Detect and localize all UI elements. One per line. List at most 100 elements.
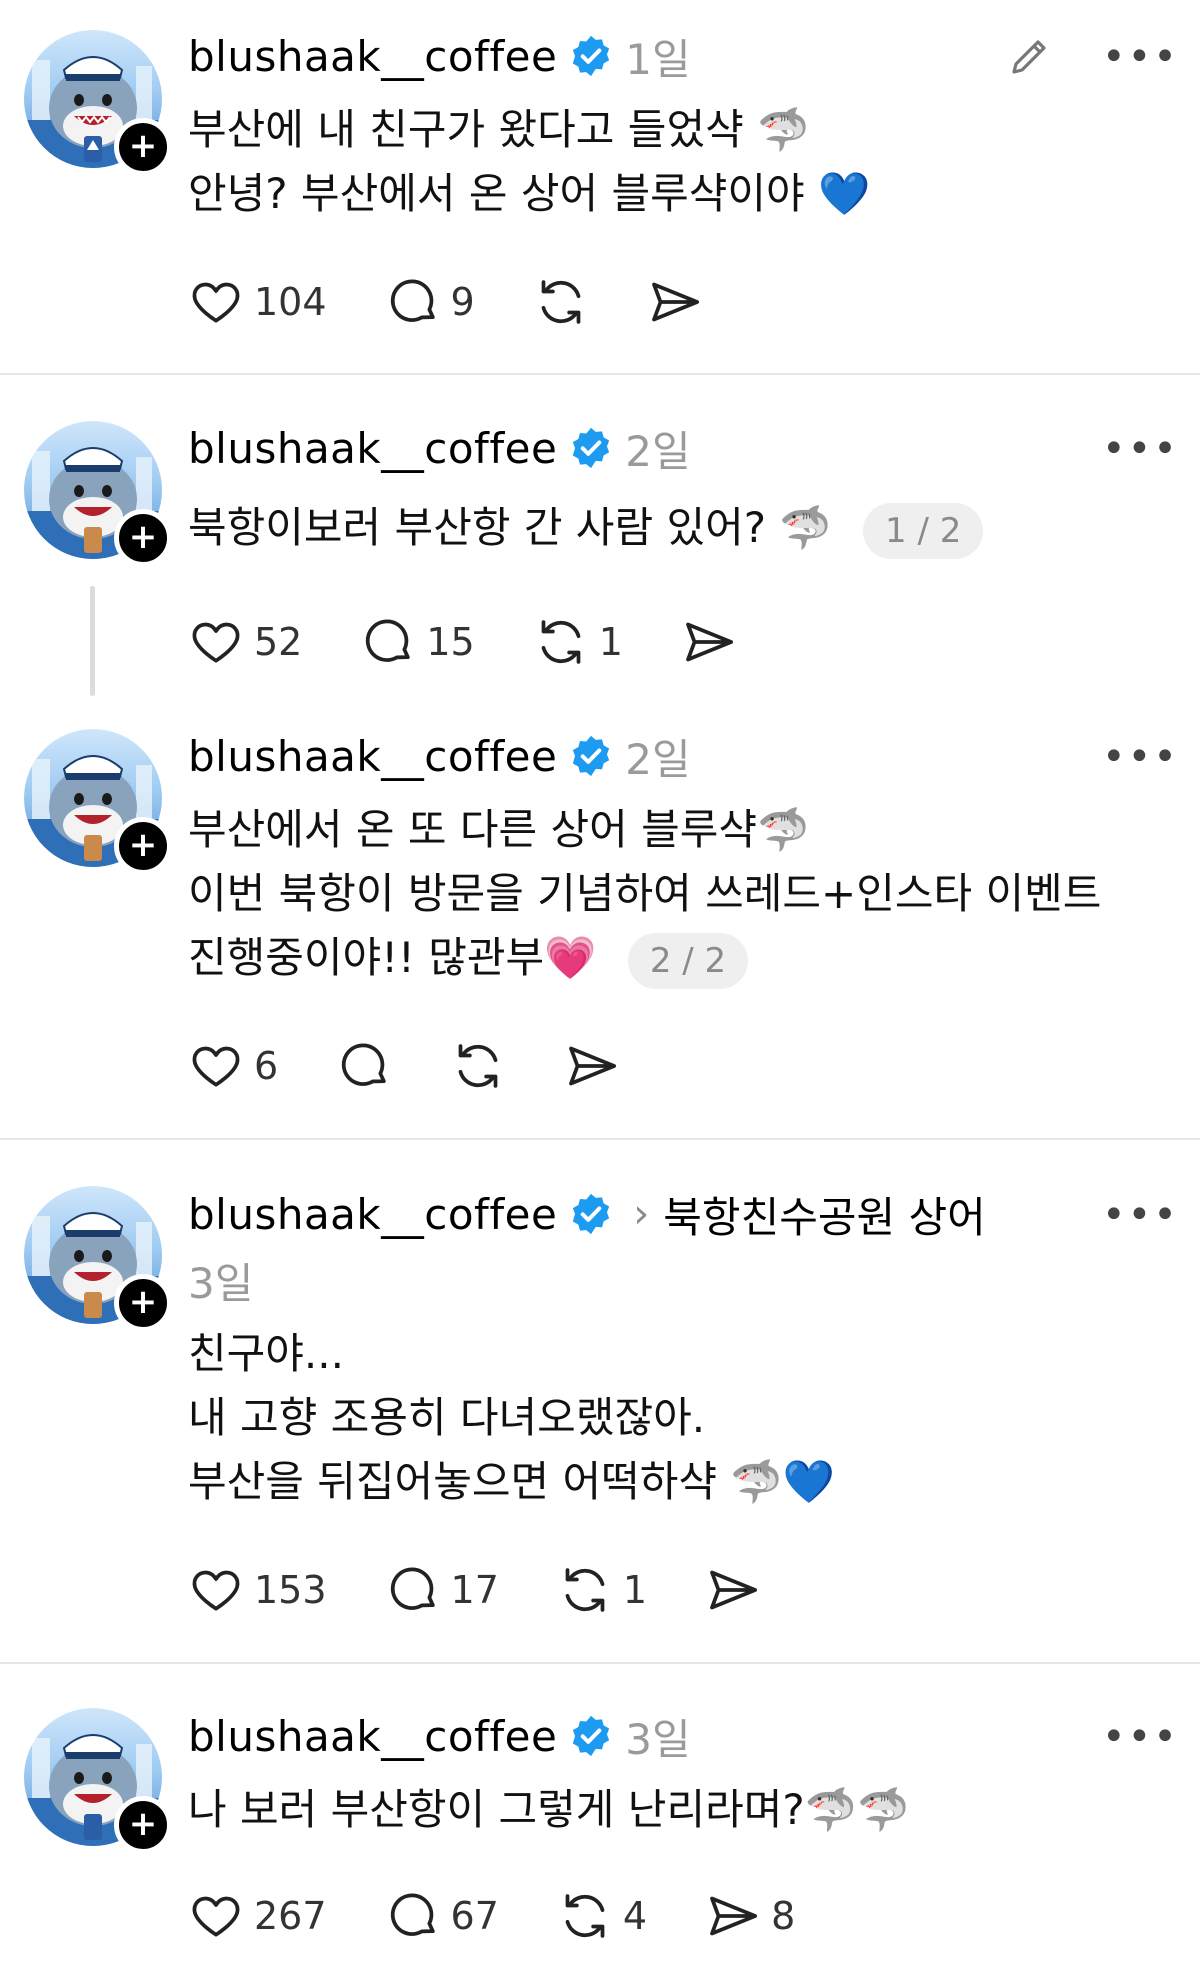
- like-count: 267: [254, 1894, 327, 1938]
- reply-count: 15: [426, 620, 475, 664]
- heart-icon: [192, 282, 240, 323]
- post-header: blushaak__coffee › 북항친수공원 상어: [188, 1184, 986, 1244]
- post-header: blushaak__coffee 1일: [188, 26, 691, 86]
- more-horizontal-icon[interactable]: •••: [1102, 734, 1177, 780]
- more-horizontal-icon[interactable]: •••: [1102, 1714, 1177, 1760]
- username[interactable]: blushaak__coffee: [188, 732, 557, 781]
- like-count: 52: [254, 620, 303, 664]
- verified-badge-icon: [573, 1193, 610, 1235]
- share-button[interactable]: [681, 614, 737, 670]
- like-button[interactable]: 6: [188, 1038, 278, 1094]
- divider: [0, 1662, 1200, 1664]
- repost-button[interactable]: 1: [557, 1562, 647, 1618]
- thread-connector: [90, 586, 95, 696]
- post-actions: 52 15 1: [188, 612, 737, 672]
- post-text-line: 내 고향 조용히 다녀오랬잖아.: [188, 1393, 706, 1442]
- post-time[interactable]: 2일: [625, 726, 690, 787]
- heart-icon: [192, 1896, 240, 1937]
- reply-button[interactable]: 67: [385, 1888, 499, 1944]
- username[interactable]: blushaak__coffee: [188, 1712, 557, 1761]
- repost-count: 1: [622, 1568, 648, 1612]
- post-time[interactable]: 3일: [188, 1250, 253, 1311]
- reply-button[interactable]: 17: [385, 1562, 499, 1618]
- post-time-row: 3일: [188, 1250, 253, 1310]
- share-button[interactable]: [647, 274, 703, 330]
- thread-page-indicator: 1 / 2: [863, 502, 984, 559]
- reply-button[interactable]: [336, 1038, 392, 1094]
- post-time[interactable]: 3일: [625, 1706, 690, 1767]
- post-text-line: 친구야...: [188, 1329, 344, 1378]
- thread-page-indicator: 2 / 2: [627, 932, 749, 989]
- reply-button[interactable]: 9: [385, 274, 475, 330]
- post-text-line: 나 보러 부산항이 그렇게 난리라며?🦈🦈: [188, 1785, 910, 1834]
- send-icon: [569, 1046, 617, 1086]
- follow-plus-icon[interactable]: +: [114, 118, 172, 176]
- more-horizontal-icon[interactable]: •••: [1102, 426, 1177, 472]
- heart-icon: [192, 1046, 240, 1087]
- like-button[interactable]: 52: [188, 614, 302, 670]
- repost-icon: [565, 1568, 605, 1612]
- more-horizontal-icon[interactable]: •••: [1102, 34, 1177, 80]
- post-text-line: 부산에서 온 또 다른 상어 블루샥🦈: [188, 805, 810, 854]
- post-text-line: 북항이보러 부산항 간 사람 있어? 🦈 1 / 2: [188, 496, 984, 560]
- verified-badge-icon: [573, 427, 610, 469]
- post-header: blushaak__coffee 2일: [188, 726, 691, 786]
- heart-icon: [192, 1570, 240, 1611]
- verified-badge-icon: [573, 35, 610, 77]
- comment-icon: [390, 279, 435, 322]
- like-count: 153: [254, 1568, 327, 1612]
- repost-count: 4: [622, 1894, 648, 1938]
- repost-button[interactable]: 4: [557, 1888, 647, 1944]
- repost-count: 1: [598, 620, 623, 664]
- heart-icon: [192, 622, 240, 663]
- username[interactable]: blushaak__coffee: [188, 1190, 557, 1239]
- send-icon: [686, 622, 733, 662]
- post-body: 북항이보러 부산항 간 사람 있어? 🦈 1 / 2: [188, 496, 984, 560]
- repost-icon: [541, 280, 581, 324]
- more-horizontal-icon[interactable]: •••: [1102, 1192, 1177, 1238]
- post-actions: 104 9: [188, 272, 703, 332]
- post-time[interactable]: 2일: [625, 418, 690, 479]
- comment-icon: [342, 1043, 386, 1086]
- like-count: 6: [254, 1044, 279, 1088]
- repost-button[interactable]: 1: [533, 614, 623, 670]
- share-count: 8: [771, 1894, 796, 1938]
- repost-button[interactable]: [533, 274, 589, 330]
- repost-button[interactable]: [450, 1038, 506, 1094]
- share-button[interactable]: [705, 1562, 761, 1618]
- post-body: 친구야... 내 고향 조용히 다녀오랬잖아. 부산을 뒤집어놓으면 어떡하샥 …: [188, 1322, 835, 1514]
- post-text-line: 안녕? 부산에서 온 상어 블루샥이야 💙: [188, 169, 871, 218]
- post-body: 나 보러 부산항이 그렇게 난리라며?🦈🦈: [188, 1778, 909, 1842]
- divider: [0, 373, 1200, 375]
- username[interactable]: blushaak__coffee: [188, 424, 557, 473]
- comment-icon: [390, 1893, 435, 1936]
- follow-plus-icon[interactable]: +: [114, 509, 172, 567]
- like-button[interactable]: 104: [188, 274, 327, 330]
- post-actions: 153 17 1: [188, 1560, 761, 1620]
- post-body: 부산에서 온 또 다른 상어 블루샥🦈 이번 북항이 방문을 기념하여 쓰레드+…: [188, 798, 1101, 990]
- threads-feed: + blushaak__coffee 1일 ••• 부산에 내 친구가 왔다고 …: [0, 0, 1200, 1987]
- follow-plus-icon[interactable]: +: [114, 817, 172, 875]
- post-actions: 6: [188, 1036, 620, 1096]
- post-time[interactable]: 1일: [625, 26, 690, 87]
- repost-icon: [565, 1894, 605, 1938]
- post-text-line: 부산에 내 친구가 왔다고 들었샥 🦈: [188, 105, 810, 154]
- pencil-icon[interactable]: [1006, 32, 1054, 80]
- follow-plus-icon[interactable]: +: [114, 1796, 172, 1854]
- send-icon: [651, 282, 699, 322]
- follow-plus-icon[interactable]: +: [114, 1274, 172, 1332]
- like-button[interactable]: 267: [188, 1888, 327, 1944]
- send-icon: [710, 1896, 758, 1936]
- post-text-line: 이번 북항이 방문을 기념하여 쓰레드+인스타 이벤트: [188, 869, 1102, 918]
- verified-badge-icon: [573, 1715, 610, 1757]
- comment-icon: [390, 1567, 435, 1610]
- share-button[interactable]: [564, 1038, 620, 1094]
- topic-tag[interactable]: 북항친수공원 상어: [663, 1184, 985, 1245]
- post-header: blushaak__coffee 2일: [188, 418, 691, 478]
- chevron-right-icon: ›: [633, 1191, 650, 1237]
- like-button[interactable]: 153: [188, 1562, 327, 1618]
- username[interactable]: blushaak__coffee: [188, 32, 557, 81]
- reply-button[interactable]: 15: [360, 614, 475, 670]
- post-header: blushaak__coffee 3일: [188, 1706, 691, 1766]
- share-button[interactable]: 8: [705, 1888, 795, 1944]
